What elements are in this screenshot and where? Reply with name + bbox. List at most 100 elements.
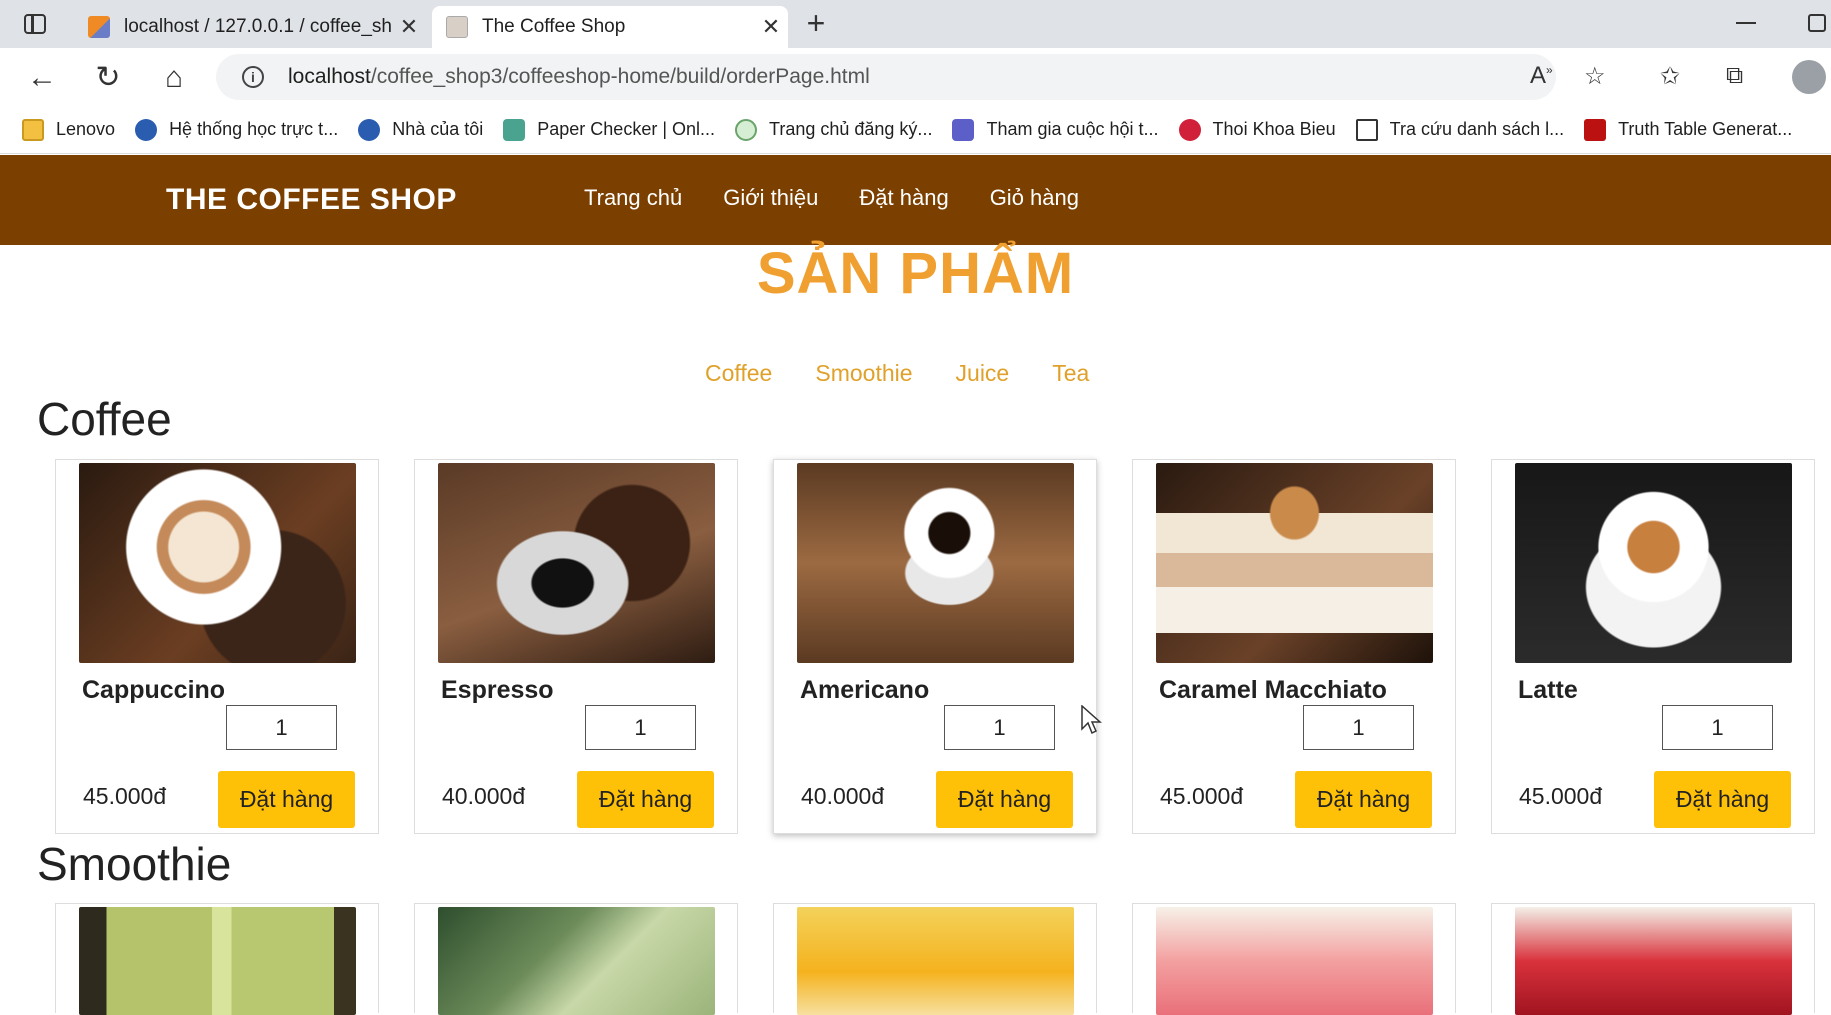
- profile-avatar[interactable]: [1792, 60, 1826, 94]
- brand-logo[interactable]: THE COFFEE SHOP: [166, 183, 457, 217]
- product-price: 40.000đ: [801, 783, 885, 809]
- bookmark-label: Lenovo: [56, 119, 116, 139]
- bookmark-teams[interactable]: Tham gia cuộc hội t...: [952, 118, 1159, 141]
- order-button[interactable]: Đặt hàng: [577, 771, 714, 828]
- product-card: Espresso 40.000đ Đặt hàng: [414, 459, 738, 834]
- product-price: 45.000đ: [1160, 783, 1244, 809]
- stanford-icon: [1584, 118, 1607, 141]
- url-path: /coffee_shop3/coffeeshop-home/build/orde…: [370, 65, 870, 88]
- teams-icon: [952, 118, 975, 141]
- product-name: Americano: [800, 676, 930, 704]
- product-price: 45.000đ: [83, 783, 167, 809]
- bookmark-truth-table[interactable]: Truth Table Generat...: [1584, 118, 1793, 141]
- order-button[interactable]: Đặt hàng: [1295, 771, 1432, 828]
- menu-about[interactable]: Giới thiệu: [723, 185, 818, 211]
- order-button[interactable]: Đặt hàng: [936, 771, 1073, 828]
- bookmark-label: Nhà của tôi: [392, 119, 484, 139]
- product-image: [438, 463, 715, 663]
- globe-icon: [135, 118, 158, 141]
- favorites-icon[interactable]: ✩: [1660, 62, 1680, 91]
- product-card: [1491, 903, 1815, 1015]
- site-icon: [735, 118, 758, 141]
- minimize-icon[interactable]: [1736, 22, 1756, 24]
- add-favorite-icon[interactable]: ☆: [1584, 62, 1606, 91]
- read-aloud-icon[interactable]: A»: [1530, 62, 1553, 90]
- menu-home[interactable]: Trang chủ: [584, 185, 682, 211]
- bookmark-label: Trang chủ đăng ký...: [769, 119, 933, 139]
- address-bar[interactable]: i localhost /coffee_shop3/coffeeshop-hom…: [216, 54, 1556, 100]
- bookmark-he-thong[interactable]: Hệ thống học trực t...: [135, 118, 339, 141]
- product-price: 40.000đ: [442, 783, 526, 809]
- site-info-icon[interactable]: i: [242, 66, 264, 88]
- menu-order[interactable]: Đặt hàng: [859, 185, 948, 211]
- browser-tab-bar: localhost / 127.0.0.1 / coffee_shc ✕ The…: [0, 0, 1831, 48]
- bookmark-trang-chu[interactable]: Trang chủ đăng ký...: [735, 118, 933, 141]
- product-card: [414, 903, 738, 1015]
- bookmark-label: Truth Table Generat...: [1618, 119, 1793, 139]
- group-title-smoothie: Smoothie: [37, 838, 232, 890]
- reload-icon[interactable]: ↻: [90, 62, 126, 94]
- product-name: Cappuccino: [82, 676, 226, 704]
- product-image: [1515, 907, 1792, 1015]
- product-price: 45.000đ: [1519, 783, 1603, 809]
- tab-title: The Coffee Shop: [482, 16, 626, 37]
- product-card: [773, 903, 1097, 1015]
- category-juice[interactable]: Juice: [956, 360, 1010, 387]
- product-name: Espresso: [441, 676, 554, 704]
- product-name: Caramel Macchiato: [1159, 676, 1387, 704]
- maximize-icon[interactable]: [1808, 14, 1826, 32]
- close-icon[interactable]: ✕: [754, 14, 788, 40]
- quantity-input[interactable]: [944, 705, 1055, 750]
- bookmark-label: Thoi Khoa Bieu: [1212, 119, 1336, 139]
- bookmark-label: Tra cứu danh sách l...: [1389, 119, 1565, 139]
- quantity-input[interactable]: [1662, 705, 1773, 750]
- bookmark-label: Paper Checker | Onl...: [537, 119, 716, 139]
- folder-icon: [22, 118, 44, 141]
- product-image: [79, 463, 356, 663]
- order-button[interactable]: Đặt hàng: [218, 771, 355, 828]
- bookmark-label: Tham gia cuộc hội t...: [986, 119, 1159, 139]
- collections-icon[interactable]: ⧉: [1726, 62, 1743, 90]
- product-name: Latte: [1518, 676, 1578, 704]
- quantity-input[interactable]: [1303, 705, 1414, 750]
- product-image: [79, 907, 356, 1015]
- bookmark-thoi-khoa-bieu[interactable]: Thoi Khoa Bieu: [1178, 118, 1336, 141]
- tab-coffee-shop[interactable]: The Coffee Shop ✕: [432, 6, 788, 48]
- bookmark-nha-cua-toi[interactable]: Nhà của tôi: [358, 118, 484, 141]
- main-menu: Trang chủ Giới thiệu Đặt hàng Giỏ hàng: [584, 185, 1120, 211]
- phpmyadmin-icon: [88, 16, 110, 38]
- product-card: Latte 45.000đ Đặt hàng: [1491, 459, 1815, 834]
- product-image: [1156, 907, 1433, 1015]
- close-icon[interactable]: ✕: [392, 14, 426, 40]
- category-nav: Coffee Smoothie Juice Tea: [705, 360, 1132, 387]
- order-button[interactable]: Đặt hàng: [1654, 771, 1791, 828]
- new-tab-icon[interactable]: +: [800, 7, 832, 40]
- bookmark-lenovo[interactable]: Lenovo: [22, 118, 116, 141]
- url-host: localhost: [288, 65, 371, 88]
- paper-checker-icon: [503, 118, 526, 141]
- back-icon[interactable]: ←: [24, 62, 60, 94]
- category-smoothie[interactable]: Smoothie: [815, 360, 912, 387]
- product-card: Americano 40.000đ Đặt hàng: [773, 459, 1097, 834]
- category-tea[interactable]: Tea: [1052, 360, 1089, 387]
- coffee-shop-favicon: [446, 16, 468, 38]
- product-image: [1515, 463, 1792, 663]
- home-icon[interactable]: ⌂: [156, 62, 192, 94]
- tab-phpmyadmin[interactable]: localhost / 127.0.0.1 / coffee_shc ✕: [74, 6, 426, 48]
- quantity-input[interactable]: [226, 705, 337, 750]
- bookmarks-bar: Lenovo Hệ thống học trực t... Nhà của tô…: [0, 106, 1831, 154]
- product-card: Caramel Macchiato 45.000đ Đặt hàng: [1132, 459, 1456, 834]
- menu-cart[interactable]: Giỏ hàng: [990, 185, 1079, 211]
- product-image: [797, 907, 1074, 1015]
- bookmark-tra-cuu[interactable]: Tra cứu danh sách l...: [1355, 118, 1565, 141]
- product-grid-coffee: Cappuccino 45.000đ Đặt hàng Espresso 40.…: [55, 459, 1815, 834]
- quantity-input[interactable]: [585, 705, 696, 750]
- bookmark-paper-checker[interactable]: Paper Checker | Onl...: [503, 118, 716, 141]
- page-title: SẢN PHẨM: [756, 241, 1075, 306]
- category-coffee[interactable]: Coffee: [705, 360, 772, 387]
- group-title-coffee: Coffee: [37, 393, 172, 445]
- tab-actions-icon[interactable]: [18, 10, 54, 40]
- tab-title: localhost / 127.0.0.1 / coffee_shc: [124, 16, 392, 37]
- site-header: THE COFFEE SHOP Trang chủ Giới thiệu Đặt…: [0, 155, 1831, 245]
- bookmark-label: Hệ thống học trực t...: [169, 119, 339, 139]
